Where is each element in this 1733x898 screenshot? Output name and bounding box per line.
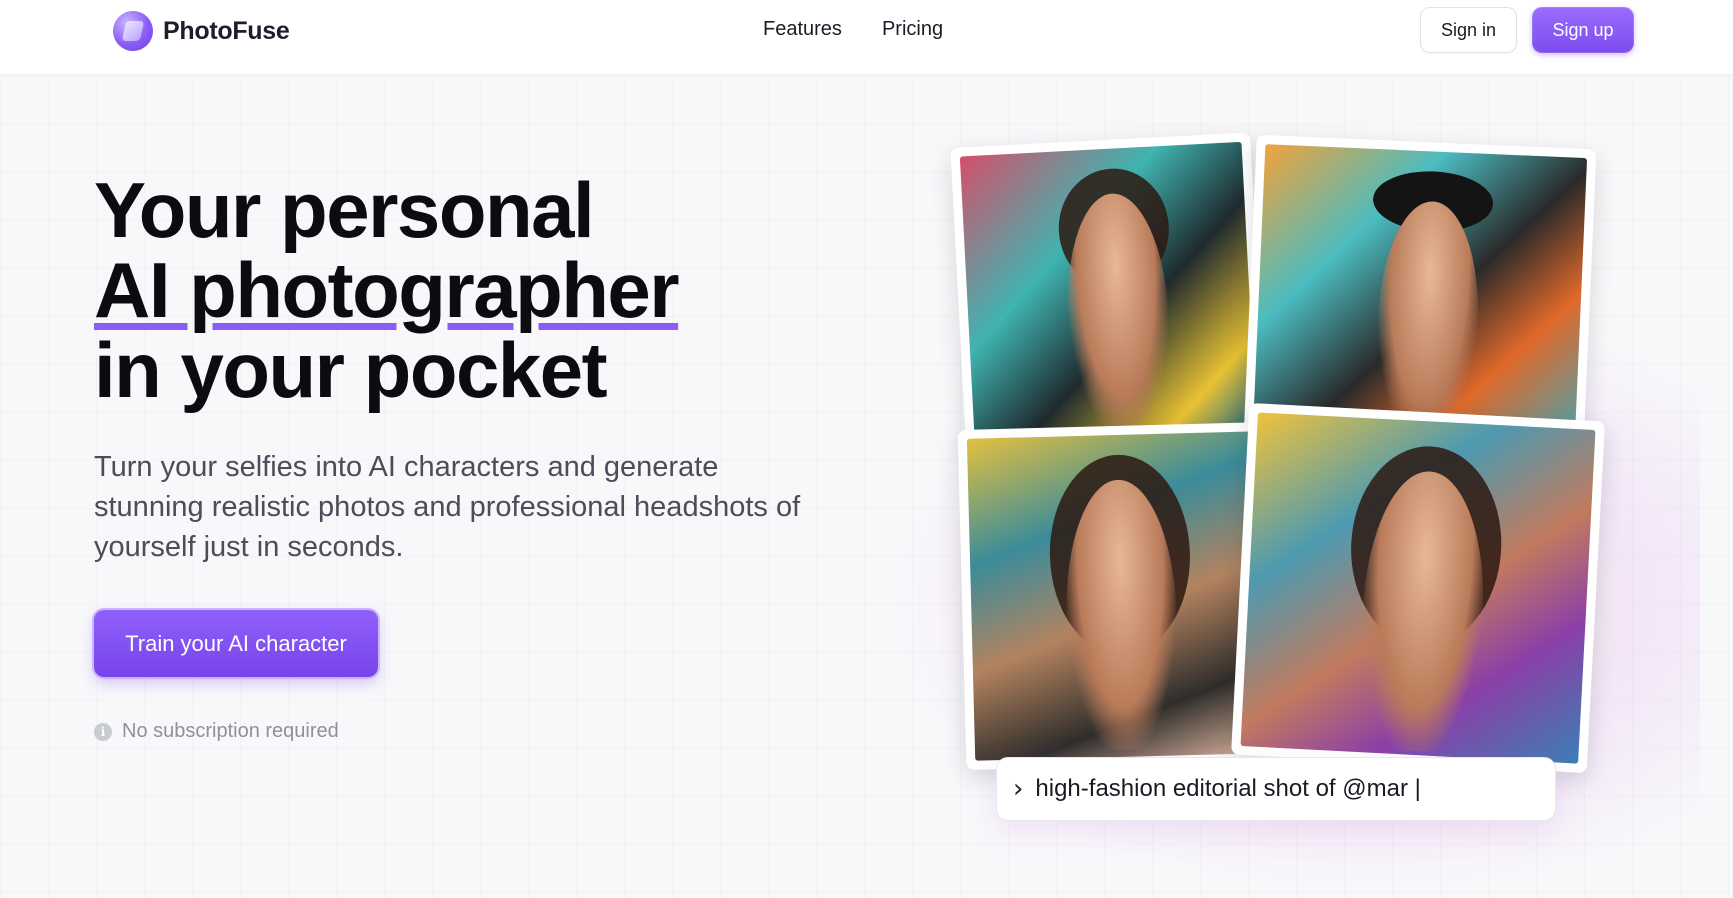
nav-pricing-link[interactable]: Pricing	[882, 18, 943, 41]
headline-line-1: Your personal	[94, 166, 595, 254]
collage-photo-1	[950, 132, 1266, 448]
header: PhotoFuse Features Pricing Sign in Sign …	[0, 0, 1733, 75]
photofuse-logo-icon	[113, 11, 153, 51]
chevron-right-icon: ›	[1013, 774, 1024, 804]
prompt-input[interactable]: › high-fashion editorial shot of @mar |	[996, 757, 1556, 821]
sign-up-button[interactable]: Sign up	[1532, 7, 1634, 53]
hero-headline: Your personal AI photographer in your po…	[94, 170, 854, 410]
headline-line-2: AI photographer	[94, 246, 680, 334]
note-text: No subscription required	[122, 720, 339, 742]
headline-line-3: in your pocket	[94, 326, 608, 414]
hero-subtext: Turn your selfies into AI characters and…	[94, 451, 801, 563]
collage-photo-3	[957, 422, 1275, 770]
photo-image	[1240, 412, 1596, 764]
brand-name: PhotoFuse	[163, 16, 290, 45]
prompt-text: high-fashion editorial shot of @mar |	[1035, 775, 1421, 802]
info-icon: i	[94, 722, 112, 741]
photo-image	[959, 141, 1257, 439]
nav-features-link[interactable]: Features	[763, 18, 842, 41]
collage-photo-4	[1231, 402, 1605, 774]
main-nav: Features Pricing	[763, 18, 943, 41]
brand-logo[interactable]: PhotoFuse	[113, 11, 290, 51]
train-ai-character-button[interactable]: Train your AI character	[94, 610, 378, 677]
photo-image	[966, 431, 1266, 761]
sign-in-button[interactable]: Sign in	[1420, 7, 1517, 53]
photo-image	[1252, 144, 1588, 445]
no-subscription-note: i No subscription required	[94, 720, 339, 743]
